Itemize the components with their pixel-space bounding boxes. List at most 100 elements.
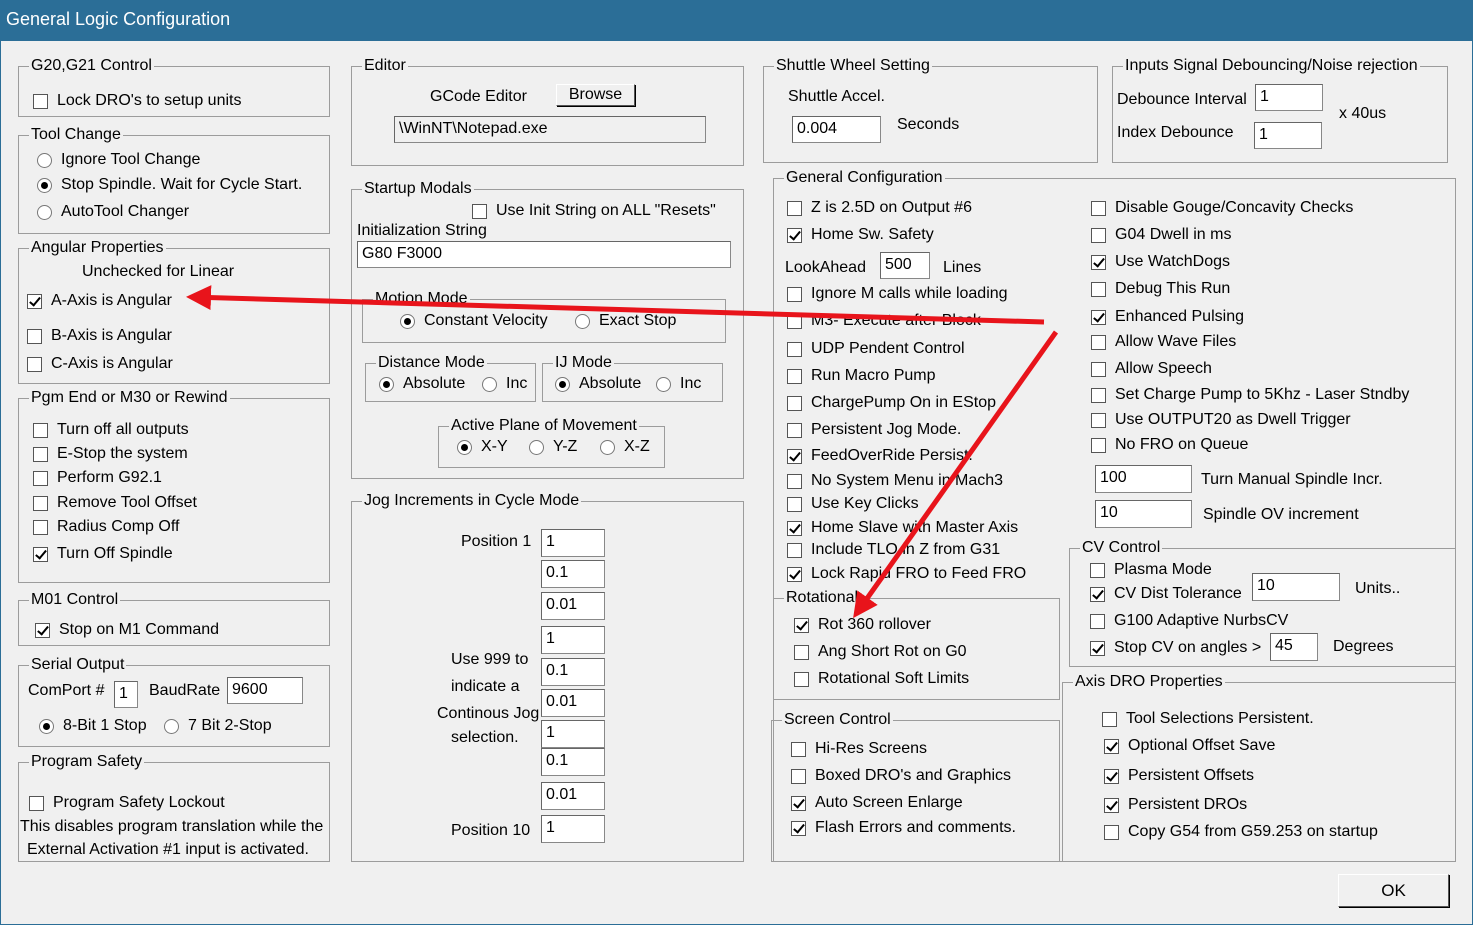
jog-position-input[interactable]: 0.01 [541,592,605,620]
general-right-checkbox[interactable]: Set Charge Pump to 5Khz - Laser Stndby [1091,384,1409,406]
perform-g92-checkbox[interactable]: Perform G92.1 [33,467,162,489]
general-right-checkbox[interactable]: Use OUTPUT20 as Dwell Trigger [1091,409,1351,431]
debounce-interval-input[interactable]: 1 [1255,84,1323,111]
c-axis-angular-checkbox[interactable]: C-Axis is Angular [27,353,173,375]
comport-input[interactable]: 1 [114,681,138,708]
auto-screen-enlarge-checkbox[interactable]: Auto Screen Enlarge [791,792,963,814]
plane-xz-radio[interactable]: X-Z [600,436,650,458]
index-debounce-input[interactable]: 1 [1254,122,1322,149]
ang-short-rot-checkbox[interactable]: Ang Short Rot on G0 [794,641,967,663]
general-left-checkbox[interactable]: ChargePump On in EStop [787,392,996,414]
persistent-offsets-checkbox[interactable]: Persistent Offsets [1104,765,1254,787]
general-right-checkbox[interactable]: Allow Speech [1091,358,1212,380]
ignore-tool-change-radio[interactable]: Ignore Tool Change [37,149,200,171]
ij-absolute-radio[interactable]: Absolute [555,373,641,395]
stop-spindle-radio[interactable]: Stop Spindle. Wait for Cycle Start. [37,174,302,196]
distance-mode-group: Distance Mode Absolute Inc [365,353,536,402]
boxed-dros-checkbox[interactable]: Boxed DRO's and Graphics [791,765,1011,787]
general-left-checkbox[interactable]: FeedOverRide Persist. [787,445,973,467]
flash-errors-checkbox[interactable]: Flash Errors and comments. [791,817,1016,839]
plasma-mode-checkbox[interactable]: Plasma Mode [1090,559,1212,581]
autotool-changer-radio[interactable]: AutoTool Changer [37,201,189,223]
general-left-checkbox[interactable]: Use Key Clicks [787,493,919,515]
editor-path-input[interactable]: \WinNT\Notepad.exe [394,116,706,143]
general-left-checkbox[interactable]: Include TLO in Z from G31 [787,539,1000,561]
general-left-checkbox[interactable]: UDP Pendent Control [787,338,965,360]
general-left-checkbox[interactable]: Lock Rapid FRO to Feed FRO [787,563,1026,585]
jog-position-input[interactable]: 0.1 [541,748,605,776]
general-left-checkbox[interactable]: Home Slave with Master Axis [787,517,1018,539]
exact-stop-radio[interactable]: Exact Stop [575,310,676,332]
constant-velocity-radio[interactable]: Constant Velocity [400,310,548,332]
baudrate-label: BaudRate [149,682,221,699]
spindle-incr-input[interactable]: 100 [1095,465,1192,493]
7bit-2stop-radio[interactable]: 7 Bit 2-Stop [164,715,272,737]
browse-button[interactable]: Browse [556,84,635,106]
g100-nurbs-checkbox[interactable]: G100 Adaptive NurbsCV [1090,610,1288,632]
screen-control-group: Screen Control Hi-Res Screens Boxed DRO'… [771,710,1060,862]
radius-comp-off-checkbox[interactable]: Radius Comp Off [33,516,179,538]
ok-button[interactable]: OK [1338,874,1449,907]
general-right-checkbox[interactable]: Enhanced Pulsing [1091,306,1244,328]
turn-off-spindle-checkbox[interactable]: Turn Off Spindle [33,543,173,565]
general-right-checkbox[interactable]: G04 Dwell in ms [1091,224,1231,246]
distance-inc-radio[interactable]: Inc [482,373,527,395]
jog-position-input[interactable]: 0.1 [541,658,605,686]
cv-control-group: CV Control Plasma Mode CV Dist Tolerance… [1069,538,1456,667]
jog-position-input[interactable]: 0.1 [541,560,605,588]
jog-position-input[interactable]: 1 [541,815,605,843]
stop-cv-angles-checkbox[interactable]: Stop CV on angles > [1090,637,1261,659]
copy-g54-checkbox[interactable]: Copy G54 from G59.253 on startup [1104,821,1378,843]
jog-position-input[interactable]: 1 [541,720,605,748]
lock-dro-checkbox[interactable]: Lock DRO's to setup units [33,90,241,112]
estop-system-checkbox[interactable]: E-Stop the system [33,443,188,465]
tool-selections-persistent-checkbox[interactable]: Tool Selections Persistent. [1102,708,1314,730]
a-axis-angular-checkbox[interactable]: A-Axis is Angular [27,290,172,312]
init-string-input[interactable]: G80 F3000 [357,241,731,268]
general-left-checkbox[interactable]: Ignore M calls while loading [787,283,1008,305]
general-left-checkbox[interactable]: M3- Execute after Block [787,310,981,332]
turn-off-outputs-checkbox[interactable]: Turn off all outputs [33,419,189,441]
pgm-end-legend: Pgm End or M30 or Rewind [29,388,230,408]
general-left-checkbox[interactable]: Persistent Jog Mode. [787,419,961,441]
plane-xy-radio[interactable]: X-Y [457,436,508,458]
jog-position-input[interactable]: 0.01 [541,782,605,810]
general-right-checkbox[interactable]: Disable Gouge/Concavity Checks [1091,197,1353,219]
general-right-checkbox[interactable]: Debug This Run [1091,278,1230,300]
8bit-1stop-radio[interactable]: 8-Bit 1 Stop [39,715,147,737]
stop-cv-angles-input[interactable]: 45 [1270,633,1318,661]
spindle-ov-input[interactable]: 10 [1095,500,1192,528]
general-right-checkbox[interactable]: Use WatchDogs [1091,251,1230,273]
shuttle-accel-input[interactable]: 0.004 [792,116,881,143]
z-25d-checkbox[interactable]: Z is 2.5D on Output #6 [787,197,972,219]
jog-position-input[interactable]: 1 [541,626,605,654]
plane-yz-radio[interactable]: Y-Z [529,436,577,458]
ij-inc-radio[interactable]: Inc [656,373,701,395]
persistent-dros-checkbox[interactable]: Persistent DROs [1104,794,1247,816]
cv-dist-tolerance-input[interactable]: 10 [1252,573,1340,601]
active-plane-legend: Active Plane of Movement [449,416,639,436]
general-right-checkbox[interactable]: Allow Wave Files [1091,331,1236,353]
remove-tool-offset-checkbox[interactable]: Remove Tool Offset [33,492,197,514]
stop-m1-checkbox[interactable]: Stop on M1 Command [35,619,219,641]
axis-dro-legend: Axis DRO Properties [1073,672,1225,692]
general-right-checkbox[interactable]: No FRO on Queue [1091,434,1248,456]
optional-offset-save-checkbox[interactable]: Optional Offset Save [1104,735,1275,757]
comport-label: ComPort # [28,682,105,699]
cv-dist-tolerance-checkbox[interactable]: CV Dist Tolerance [1090,583,1242,605]
distance-absolute-radio[interactable]: Absolute [379,373,465,395]
hires-screens-checkbox[interactable]: Hi-Res Screens [791,738,927,760]
general-left-checkbox[interactable]: No System Menu in Mach3 [787,470,1003,492]
general-left-checkbox[interactable]: Run Macro Pump [787,365,936,387]
jog-position-input[interactable]: 1 [541,529,605,557]
rotational-soft-limits-checkbox[interactable]: Rotational Soft Limits [794,668,969,690]
baudrate-input[interactable]: 9600 [227,677,303,704]
program-safety-lockout-checkbox[interactable]: Program Safety Lockout [29,792,225,814]
lock-dro-box[interactable] [33,93,48,109]
use-init-string-checkbox[interactable]: Use Init String on ALL "Resets" [472,200,716,222]
lookahead-input[interactable]: 500 [880,252,930,279]
b-axis-angular-checkbox[interactable]: B-Axis is Angular [27,325,172,347]
jog-position-input[interactable]: 0.01 [541,689,605,717]
rot-360-rollover-checkbox[interactable]: Rot 360 rollover [794,614,931,636]
home-sw-safety-checkbox[interactable]: Home Sw. Safety [787,224,934,246]
